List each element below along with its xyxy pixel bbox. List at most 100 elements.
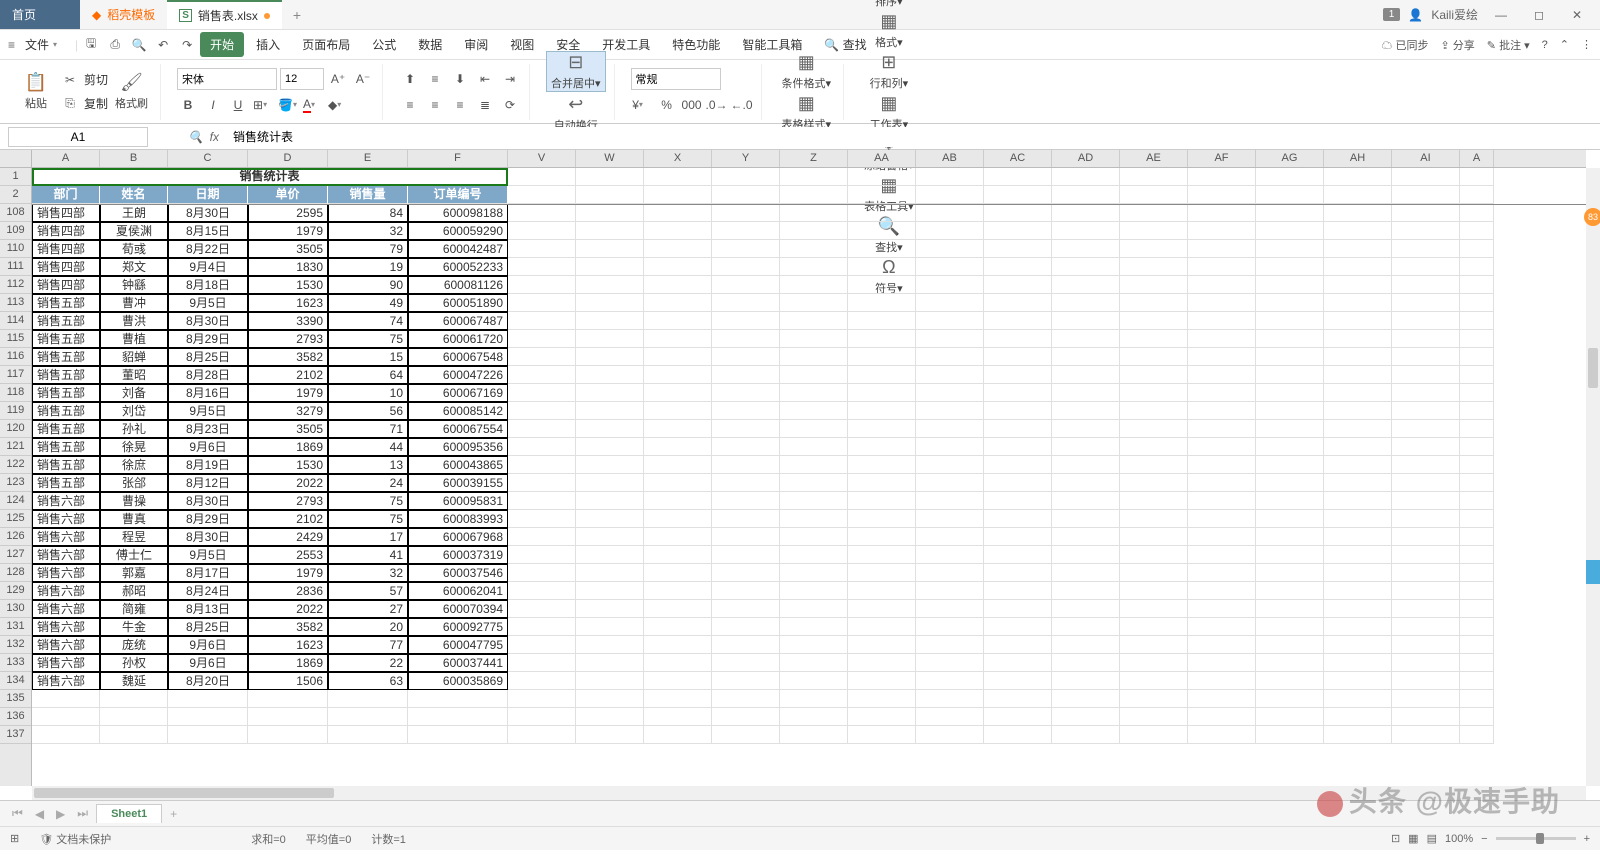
preview-icon[interactable]: 🔍 <box>128 34 150 56</box>
cell[interactable] <box>1052 618 1120 636</box>
cell[interactable] <box>576 636 644 654</box>
cell[interactable] <box>916 672 984 690</box>
cell[interactable] <box>1324 690 1392 708</box>
menu-insert[interactable]: 插入 <box>246 32 290 57</box>
cell[interactable] <box>576 564 644 582</box>
cell[interactable]: 9月4日 <box>168 258 248 276</box>
save-icon[interactable]: 🖫 <box>80 34 102 56</box>
cell[interactable] <box>1052 600 1120 618</box>
cell[interactable] <box>168 708 248 726</box>
cell[interactable] <box>1324 348 1392 366</box>
row-header[interactable]: 132 <box>0 636 31 654</box>
cell[interactable] <box>1188 600 1256 618</box>
cell[interactable] <box>1188 618 1256 636</box>
cell[interactable] <box>248 726 328 744</box>
cell[interactable] <box>712 258 780 276</box>
cell[interactable]: 销售五部 <box>32 420 100 438</box>
cell[interactable] <box>576 186 644 204</box>
cell[interactable] <box>1324 474 1392 492</box>
cell[interactable] <box>644 654 712 672</box>
cell[interactable] <box>848 240 916 258</box>
cell[interactable]: 订单编号 <box>408 186 508 204</box>
cell[interactable] <box>248 708 328 726</box>
cell[interactable] <box>1392 582 1460 600</box>
cell[interactable] <box>712 168 780 186</box>
borders-icon[interactable]: ⊞▾ <box>252 94 274 116</box>
cell[interactable] <box>1460 492 1494 510</box>
cell[interactable] <box>644 618 712 636</box>
cell[interactable]: 27 <box>328 600 408 618</box>
cell[interactable] <box>508 600 576 618</box>
cell[interactable] <box>1120 330 1188 348</box>
increase-font-icon[interactable]: A⁺ <box>327 68 349 90</box>
cell[interactable] <box>1256 618 1324 636</box>
cell[interactable]: 71 <box>328 420 408 438</box>
cell[interactable] <box>984 348 1052 366</box>
cell[interactable] <box>1256 276 1324 294</box>
cell[interactable] <box>780 276 848 294</box>
cell[interactable]: 徐庶 <box>100 456 168 474</box>
cell[interactable] <box>780 636 848 654</box>
row-header[interactable]: 121 <box>0 438 31 456</box>
cell[interactable]: 79 <box>328 240 408 258</box>
cell[interactable]: 2793 <box>248 330 328 348</box>
col-header[interactable]: X <box>644 150 712 167</box>
cell[interactable] <box>1188 348 1256 366</box>
cell[interactable] <box>1460 258 1494 276</box>
cell[interactable] <box>1324 654 1392 672</box>
cell[interactable]: 56 <box>328 402 408 420</box>
cell[interactable]: 部门 <box>32 186 100 204</box>
close-button[interactable]: ✕ <box>1562 2 1592 28</box>
cell[interactable]: 销售四部 <box>32 240 100 258</box>
cell[interactable] <box>576 510 644 528</box>
name-box[interactable] <box>8 127 148 147</box>
cell[interactable] <box>780 708 848 726</box>
cell[interactable] <box>1120 240 1188 258</box>
cell[interactable] <box>1052 582 1120 600</box>
cell[interactable]: 600047226 <box>408 366 508 384</box>
redo-icon[interactable]: ↷ <box>176 34 198 56</box>
cell[interactable] <box>576 384 644 402</box>
row-header[interactable]: 130 <box>0 600 31 618</box>
cell[interactable] <box>1256 456 1324 474</box>
cell[interactable] <box>508 690 576 708</box>
view-normal-icon[interactable]: ⊡ <box>1391 832 1400 845</box>
cell[interactable] <box>780 402 848 420</box>
orientation-icon[interactable]: ⟳ <box>499 94 521 116</box>
cell[interactable] <box>644 600 712 618</box>
cell[interactable] <box>1392 294 1460 312</box>
cell[interactable] <box>1052 726 1120 744</box>
cell[interactable] <box>508 582 576 600</box>
cell[interactable] <box>1392 636 1460 654</box>
cell[interactable] <box>644 222 712 240</box>
cell[interactable]: 77 <box>328 636 408 654</box>
cell[interactable] <box>712 438 780 456</box>
cell[interactable] <box>1324 618 1392 636</box>
cell[interactable] <box>328 726 408 744</box>
cell[interactable] <box>1256 240 1324 258</box>
cell[interactable] <box>848 546 916 564</box>
notification-badge[interactable]: 1 <box>1383 8 1401 21</box>
cell[interactable] <box>1392 546 1460 564</box>
cell[interactable] <box>984 366 1052 384</box>
cell[interactable] <box>984 402 1052 420</box>
increase-decimal-icon[interactable]: .0→ <box>706 94 728 116</box>
cell[interactable] <box>780 726 848 744</box>
cell[interactable] <box>1120 492 1188 510</box>
cell[interactable]: 王朗 <box>100 204 168 222</box>
sheet-nav-prev-icon[interactable]: ◀ <box>31 807 48 821</box>
cell[interactable] <box>916 420 984 438</box>
cell[interactable]: 1869 <box>248 438 328 456</box>
cell[interactable] <box>644 492 712 510</box>
cell[interactable]: 600035869 <box>408 672 508 690</box>
cell[interactable] <box>644 366 712 384</box>
cell[interactable] <box>848 474 916 492</box>
cell[interactable] <box>1120 564 1188 582</box>
cell[interactable]: 600042487 <box>408 240 508 258</box>
more-icon[interactable]: ⋮ <box>1581 38 1592 51</box>
cell[interactable] <box>780 348 848 366</box>
cell[interactable] <box>1324 672 1392 690</box>
cell[interactable]: 1979 <box>248 564 328 582</box>
cell[interactable] <box>1460 420 1494 438</box>
cell[interactable] <box>780 366 848 384</box>
